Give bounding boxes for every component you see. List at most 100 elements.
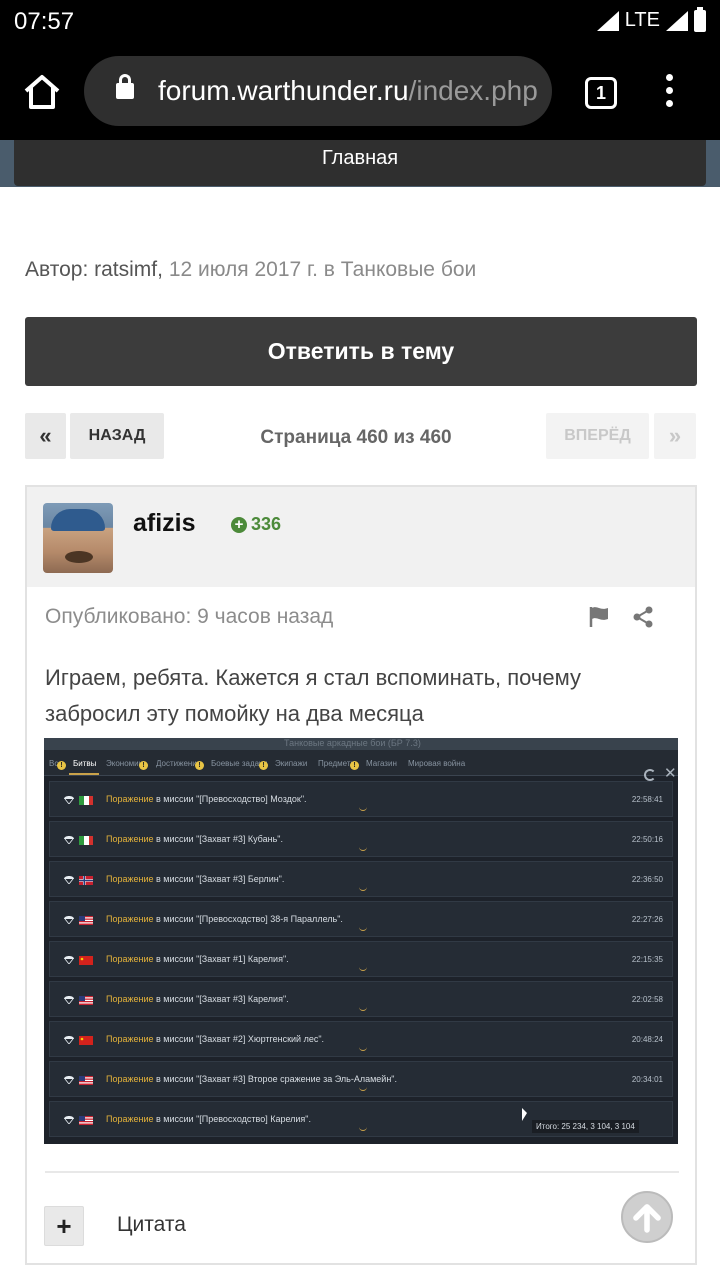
battle-text: Поражение в миссии "[Захват #1] Карелия"… (106, 954, 289, 964)
expand-chevron-icon (359, 887, 367, 891)
home-icon[interactable] (22, 72, 62, 112)
battle-text: Поражение в миссии "[Захват #3] Второе с… (106, 1074, 397, 1084)
status-time: 07:57 (14, 8, 75, 35)
multiquote-button[interactable]: + (44, 1206, 84, 1246)
battle-text: Поражение в миссии "[Превосходство] Каре… (106, 1114, 312, 1124)
battle-text: Поражение в миссии "[Превосходство] Мозд… (106, 794, 307, 804)
battle-time: 20:48:24 (631, 1035, 663, 1044)
tab-switcher-button[interactable]: 1 (585, 77, 617, 109)
tab-world-war: Мировая война (408, 759, 466, 768)
expand-chevron-icon (359, 807, 367, 811)
battle-time: 22:27:26 (631, 915, 663, 924)
nation-flag-icon (79, 916, 93, 925)
topic-author-line: Автор: ratsimf, 12 июля 2017 г. в Танков… (25, 258, 476, 282)
expand-chevron-icon (359, 847, 367, 851)
close-icon: ✕ (664, 765, 677, 782)
parachute-icon (64, 956, 74, 964)
author-link[interactable]: ratsimf, (94, 258, 163, 281)
nation-flag-icon (79, 1116, 93, 1125)
published-time: Опубликовано: 9 часов назад (45, 605, 334, 628)
battle-time: 22:50:16 (631, 835, 663, 844)
battery-icon (694, 6, 706, 32)
parachute-icon (64, 876, 74, 884)
reply-button[interactable]: Ответить в тему (25, 317, 697, 386)
battle-row: Поражение в миссии "[Захват #2] Хюртгенс… (49, 1021, 673, 1057)
parachute-icon (64, 796, 74, 804)
warning-icon: ! (195, 761, 204, 770)
parachute-icon (64, 836, 74, 844)
expand-chevron-icon (359, 1047, 367, 1051)
mouse-cursor-icon (522, 1108, 527, 1121)
nation-flag-icon (79, 836, 93, 845)
next-page-button[interactable]: ВПЕРЁД (546, 413, 649, 459)
battle-time: 22:02:58 (631, 995, 663, 1004)
tab-shop: Магазин (366, 759, 397, 768)
scroll-to-top-button[interactable] (621, 1191, 673, 1243)
battle-row: Поражение в миссии "[Захват #3] Берлин".… (49, 861, 673, 897)
url-text: forum.warthunder.ru/index.php (158, 75, 538, 106)
battle-text: Поражение в миссии "[Захват #2] Хюртгенс… (106, 1034, 325, 1044)
home-nav-button[interactable]: Главная (14, 140, 706, 186)
warning-icon: ! (259, 761, 268, 770)
plus-icon: + (231, 517, 247, 533)
last-page-button[interactable]: » (654, 413, 696, 459)
post-card: afizis +336 Опубликовано: 9 часов назад … (25, 485, 697, 1265)
battle-row: Поражение в миссии "[Превосходство] 38-я… (49, 901, 673, 937)
warning-icon: ! (350, 761, 359, 770)
status-bar: 07:57 LTE (0, 0, 720, 42)
battle-row: Поражение в миссии "[Захват #3] Второе с… (49, 1061, 673, 1097)
nation-flag-icon (79, 1036, 93, 1045)
battle-time: 20:34:01 (631, 1075, 663, 1084)
parachute-icon (64, 1036, 74, 1044)
battle-time: 22:15:35 (631, 955, 663, 964)
screenshot-window-title: Танковые аркадные бои (БР 7.3) (284, 738, 421, 748)
nation-flag-icon (79, 996, 93, 1005)
browser-toolbar: forum.warthunder.ru/index.php 1 (0, 42, 720, 140)
battle-row: Поражение в миссии "[Превосходство] Мозд… (49, 781, 673, 817)
expand-chevron-icon (359, 967, 367, 971)
parachute-icon (64, 996, 74, 1004)
game-screenshot[interactable]: Танковые аркадные бои (БР 7.3) Все Битвы… (44, 738, 678, 1144)
author-prefix: Автор: (25, 258, 89, 281)
topic-date-section: 12 июля 2017 г. в Танковые бои (168, 258, 477, 281)
report-flag-icon[interactable] (587, 605, 611, 629)
battle-time: 22:58:41 (631, 795, 663, 804)
tab-battles: Битвы (73, 759, 97, 768)
nation-flag-icon (79, 796, 93, 805)
expand-chevron-icon (359, 1127, 367, 1131)
first-page-button[interactable]: « (25, 413, 66, 459)
expand-chevron-icon (359, 927, 367, 931)
avatar[interactable] (43, 503, 113, 573)
lock-icon (116, 74, 134, 99)
selected-tab-underline (69, 773, 99, 775)
status-icons: LTE (596, 6, 706, 32)
battle-row: Поражение в миссии "[Захват #1] Карелия"… (49, 941, 673, 977)
post-header: afizis +336 (27, 487, 695, 587)
expand-chevron-icon (359, 1087, 367, 1091)
screenshot-menubar: Все Битвы Экономика Достижения Боевые за… (44, 750, 678, 782)
url-bar[interactable]: forum.warthunder.ru/index.php (84, 56, 552, 126)
share-icon[interactable] (631, 605, 655, 629)
parachute-icon (64, 1076, 74, 1084)
page-indicator: Страница 460 из 460 (260, 427, 452, 448)
post-divider (45, 1171, 679, 1173)
reputation-badge: +336 (231, 514, 281, 535)
post-content: Играем, ребята. Кажется я стал вспоминат… (45, 665, 582, 726)
battle-row: Поражение в миссии "[Захват #3] Кубань".… (49, 821, 673, 857)
warning-icon: ! (57, 761, 66, 770)
warning-icon: ! (139, 761, 148, 770)
battle-text: Поражение в миссии "[Захват #3] Кубань". (106, 834, 283, 844)
signal-icon (596, 10, 619, 31)
battle-text: Поражение в миссии "[Превосходство] 38-я… (106, 914, 343, 924)
reload-icon (644, 769, 656, 781)
post-username[interactable]: afizis (133, 509, 196, 538)
prev-page-button[interactable]: НАЗАД (70, 413, 164, 459)
nation-flag-icon (79, 956, 93, 965)
signal-strength-icon (666, 10, 688, 31)
network-type: LTE (624, 9, 660, 31)
tab-crews: Экипажи (275, 759, 308, 768)
quote-button[interactable]: Цитата (117, 1213, 186, 1237)
battle-total: Итого: 25 234, 3 104, 3 104 (532, 1120, 639, 1133)
menu-icon[interactable] (666, 74, 674, 110)
parachute-icon (64, 1116, 74, 1124)
